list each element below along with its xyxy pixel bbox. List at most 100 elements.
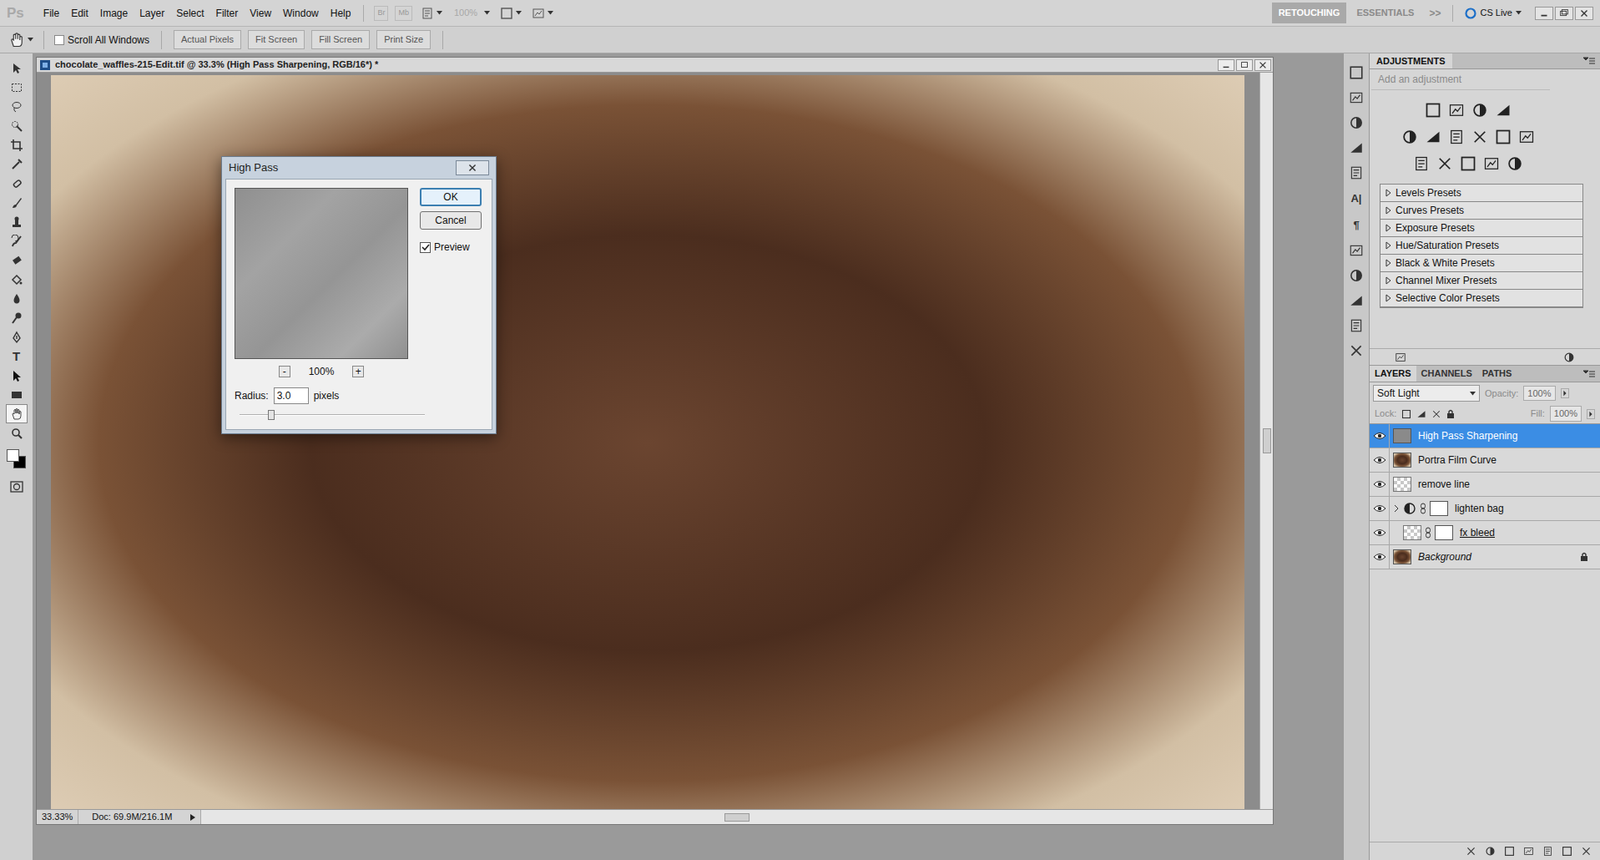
visibility-cell[interactable]: [1369, 448, 1390, 472]
layers-footer-icon[interactable]: [1484, 845, 1496, 857]
quick-mask-button[interactable]: [10, 480, 24, 493]
launcher-button[interactable]: Mb: [394, 5, 413, 21]
horizontal-scrollbar[interactable]: [200, 809, 1273, 824]
layers-footer-icon[interactable]: [1504, 845, 1515, 857]
tool-button[interactable]: [5, 173, 28, 193]
layer-row[interactable]: Portra Film Curve: [1369, 448, 1600, 473]
tool-button[interactable]: [5, 403, 28, 424]
panel-tab[interactable]: CHANNELS: [1416, 365, 1478, 382]
lock-position-icon[interactable]: [1431, 408, 1442, 419]
dock-icon[interactable]: [1348, 115, 1364, 131]
layer-name[interactable]: lighten bag: [1454, 500, 1600, 516]
tool-button[interactable]: [5, 423, 28, 443]
adjustment-icon[interactable]: [1471, 101, 1489, 119]
layer-row[interactable]: fx bleed: [1369, 520, 1600, 546]
visibility-cell[interactable]: [1369, 496, 1390, 520]
options-button[interactable]: Fit Screen: [247, 30, 305, 50]
menu-item[interactable]: Filter: [210, 4, 245, 23]
lock-pixels-icon[interactable]: [1416, 408, 1427, 419]
adjustment-icon[interactable]: [1459, 155, 1477, 172]
tool-button[interactable]: [5, 250, 28, 270]
adjustment-icon[interactable]: [1448, 128, 1465, 146]
adjustment-icon[interactable]: [1494, 128, 1512, 146]
chain-icon[interactable]: [1419, 502, 1427, 515]
scroll-all-windows-checkbox[interactable]: Scroll All Windows: [54, 32, 150, 48]
layer-thumbnail[interactable]: [1393, 452, 1412, 468]
adjustment-icon[interactable]: [1413, 155, 1430, 172]
menu-item[interactable]: Window: [277, 4, 325, 23]
preset-item[interactable]: Curves Presets: [1380, 201, 1583, 220]
dock-button[interactable]: ¶: [1352, 217, 1359, 234]
cancel-button[interactable]: Cancel: [419, 211, 482, 230]
dock-icon[interactable]: [1348, 140, 1364, 156]
layer-thumbnail[interactable]: [1393, 428, 1412, 444]
preset-item[interactable]: Selective Color Presets: [1380, 289, 1583, 308]
ok-button[interactable]: OK: [419, 187, 482, 207]
close-button[interactable]: [1574, 6, 1594, 21]
layers-footer-icon[interactable]: [1580, 845, 1592, 857]
layers-footer-icon[interactable]: [1542, 845, 1554, 857]
panel-footer-icon[interactable]: [1563, 351, 1575, 364]
menu-item[interactable]: Image: [94, 4, 134, 23]
adjustment-icon[interactable]: [1494, 101, 1512, 119]
mask-thumbnail[interactable]: [1434, 524, 1454, 541]
fill-field[interactable]: 100%: [1549, 405, 1582, 422]
menu-item[interactable]: Layer: [133, 4, 171, 23]
doc-close-button[interactable]: [1254, 59, 1272, 71]
layer-name[interactable]: remove line: [1418, 476, 1600, 492]
eye-icon[interactable]: [1372, 503, 1387, 514]
hand-tool-icon[interactable]: [8, 31, 26, 49]
panel-footer-icon[interactable]: [1394, 351, 1407, 364]
dock-icon[interactable]: [1348, 317, 1364, 334]
adjustment-icon[interactable]: [1518, 128, 1535, 146]
preset-item[interactable]: Hue/Saturation Presets: [1380, 237, 1583, 255]
layer-row[interactable]: Background: [1369, 545, 1600, 570]
zoom-in-button[interactable]: +: [352, 365, 364, 378]
opacity-slider-icon[interactable]: [1560, 388, 1570, 399]
tool-button[interactable]: [5, 307, 28, 328]
launcher-button[interactable]: Br: [373, 5, 389, 21]
tool-button[interactable]: [5, 231, 28, 251]
dock-icon[interactable]: [1348, 343, 1364, 359]
vertical-scrollbar[interactable]: [1259, 72, 1273, 809]
layer-thumbnail[interactable]: [1393, 549, 1412, 565]
dock-icon[interactable]: [1348, 65, 1364, 81]
dock-icon[interactable]: [1348, 292, 1364, 308]
eye-icon[interactable]: [1372, 430, 1387, 441]
preset-item[interactable]: Black & White Presets: [1380, 254, 1583, 273]
zoom-out-button[interactable]: -: [278, 365, 291, 378]
layer-thumbnail[interactable]: [1393, 476, 1412, 492]
tool-button[interactable]: [5, 58, 28, 78]
panel-tab[interactable]: ADJUSTMENTS: [1369, 53, 1453, 69]
tool-button[interactable]: [5, 116, 28, 136]
menu-item[interactable]: View: [243, 4, 278, 23]
menu-item[interactable]: File: [37, 4, 66, 23]
fill-slider-icon[interactable]: [1586, 408, 1595, 419]
eye-icon[interactable]: [1372, 527, 1387, 538]
panel-menu-icon[interactable]: [1583, 369, 1595, 379]
layer-row[interactable]: High Pass Sharpening: [1369, 423, 1600, 449]
layer-name[interactable]: Portra Film Curve: [1418, 452, 1600, 468]
layer-thumbnail[interactable]: [1403, 524, 1422, 541]
menu-item[interactable]: Help: [324, 4, 358, 23]
color-swatches[interactable]: [5, 447, 29, 473]
tool-button[interactable]: [5, 154, 28, 174]
dialog-close-button[interactable]: [455, 160, 490, 176]
workspace-button[interactable]: ESSENTIALS: [1349, 2, 1421, 24]
menu-item[interactable]: Edit: [65, 4, 95, 23]
tool-button[interactable]: [5, 269, 28, 289]
layer-name[interactable]: fx bleed: [1459, 524, 1600, 541]
more-workspaces-button[interactable]: >>: [1428, 5, 1441, 21]
panel-menu-icon[interactable]: [1583, 56, 1595, 66]
tool-button[interactable]: [5, 288, 28, 308]
lock-transparent-icon[interactable]: [1401, 408, 1412, 419]
zoom-level[interactable]: 33.33%: [36, 809, 79, 824]
info-menu-icon[interactable]: [188, 812, 197, 822]
tool-button[interactable]: [5, 327, 28, 347]
adjustment-icon[interactable]: [1424, 101, 1442, 119]
workspace-button[interactable]: RETOUCHING: [1271, 2, 1348, 24]
radius-slider[interactable]: [239, 408, 425, 421]
layers-footer-icon[interactable]: [1523, 845, 1535, 857]
tool-button[interactable]: [5, 77, 28, 97]
adjustment-icon[interactable]: [1424, 128, 1442, 146]
